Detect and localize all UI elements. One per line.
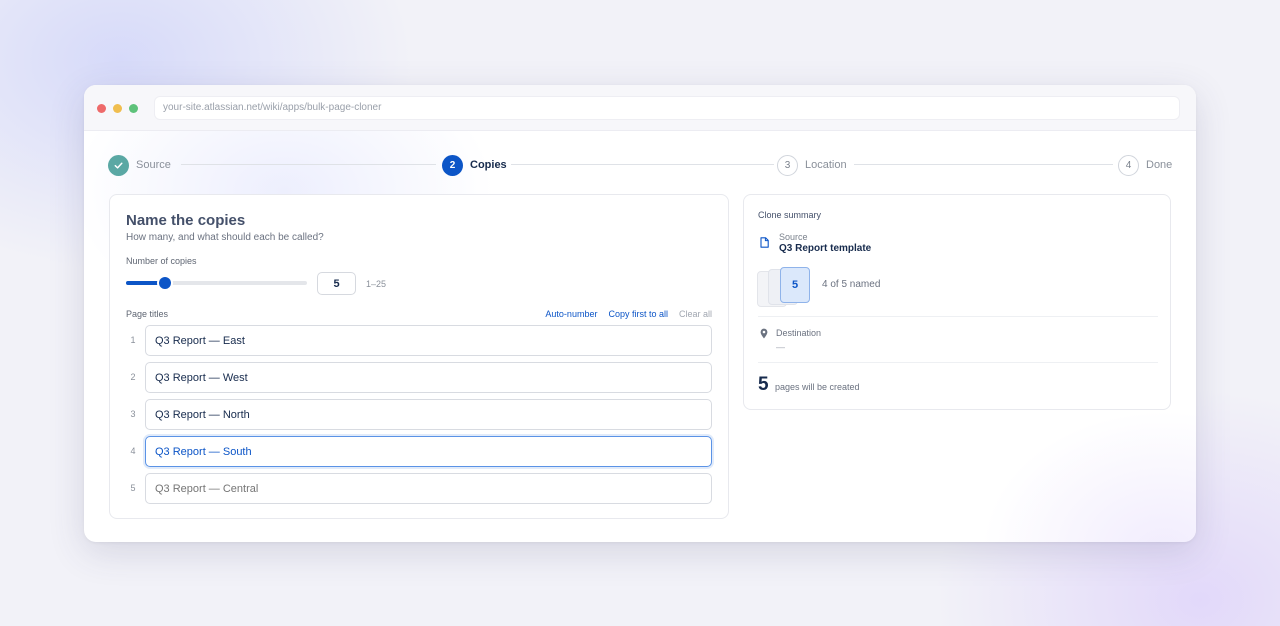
row-index: 2 <box>130 372 136 382</box>
stepper-connector <box>181 164 436 165</box>
title-actions: Auto-number Copy first to all Clear all <box>545 309 712 319</box>
clone-summary-panel: Clone summary Source Q3 Report template … <box>743 194 1171 410</box>
slider-thumb[interactable] <box>159 277 172 289</box>
source-name: Q3 Report template <box>779 243 872 254</box>
page-stack-count: 5 <box>780 267 810 303</box>
clear-all-button[interactable]: Clear all <box>679 309 712 319</box>
copies-slider[interactable] <box>126 277 307 289</box>
browser-titlebar: your-site.atlassian.net/wiki/apps/bulk-p… <box>84 85 1196 131</box>
title-row: 5 <box>126 473 713 504</box>
step-copies-number: 2 <box>442 154 463 176</box>
row-index: 1 <box>130 335 136 345</box>
page-title-input-3[interactable] <box>145 399 712 430</box>
row-index: 4 <box>130 446 136 456</box>
location-pin-icon <box>760 328 768 339</box>
title-row: 3 <box>126 399 713 430</box>
page-title-input-1[interactable] <box>145 325 712 356</box>
row-index: 3 <box>130 409 136 419</box>
named-progress: 4 of 5 named <box>822 279 881 290</box>
destination-value: — <box>776 342 785 352</box>
maximize-window-dot[interactable] <box>129 104 138 113</box>
page-title-list: 1 2 3 4 5 <box>126 325 713 510</box>
auto-number-button[interactable]: Auto-number <box>545 309 597 319</box>
pages-created-text: pages will be created <box>775 382 860 392</box>
title-row: 4 <box>126 436 713 467</box>
pages-stack: 5 <box>757 267 817 307</box>
step-copies-label: Copies <box>470 159 507 171</box>
step-location-label: Location <box>805 159 847 171</box>
copy-first-to-all-button[interactable]: Copy first to all <box>608 309 668 319</box>
document-icon <box>760 237 769 248</box>
destination-label: Destination <box>776 328 822 338</box>
page-title-input-2[interactable] <box>145 362 712 393</box>
close-window-dot[interactable] <box>97 104 106 113</box>
title-row: 2 <box>126 362 713 393</box>
step-source[interactable]: Source <box>108 154 171 176</box>
copies-count-label: Number of copies <box>126 256 197 266</box>
step-source-label: Source <box>136 159 171 171</box>
pages-count: 5 <box>758 374 769 395</box>
page-titles-label: Page titles <box>126 309 169 319</box>
copies-count-input[interactable] <box>317 272 356 295</box>
panel-subtitle: How many, and what should each be called… <box>126 232 324 243</box>
step-location-number: 3 <box>777 154 798 176</box>
step-copies[interactable]: 2 Copies <box>442 154 507 176</box>
row-index: 5 <box>130 483 136 493</box>
copies-panel: Name the copies How many, and what shoul… <box>109 194 729 519</box>
check-icon <box>114 162 123 169</box>
stepper-connector <box>854 164 1113 165</box>
browser-window: your-site.atlassian.net/wiki/apps/bulk-p… <box>84 85 1196 542</box>
copies-range-hint: 1–25 <box>366 279 387 289</box>
panel-title: Name the copies <box>126 212 246 229</box>
stepper-connector <box>511 164 774 165</box>
step-source-indicator <box>108 154 129 176</box>
step-done-label: Done <box>1146 159 1173 171</box>
title-row: 1 <box>126 325 713 356</box>
source-label: Source <box>779 232 808 242</box>
step-location[interactable]: 3 Location <box>777 154 847 176</box>
summary-divider <box>758 362 1158 363</box>
wizard-stepper: Source 2 Copies 3 Location 4 Done <box>108 154 1172 176</box>
address-bar[interactable]: your-site.atlassian.net/wiki/apps/bulk-p… <box>154 96 1180 120</box>
summary-divider <box>758 316 1158 317</box>
summary-title: Clone summary <box>758 210 822 220</box>
step-done[interactable]: 4 Done <box>1118 154 1172 176</box>
page-title-input-4[interactable] <box>145 436 712 467</box>
step-done-number: 4 <box>1118 154 1139 176</box>
minimize-window-dot[interactable] <box>113 104 122 113</box>
page-title-input-5[interactable] <box>145 473 712 504</box>
